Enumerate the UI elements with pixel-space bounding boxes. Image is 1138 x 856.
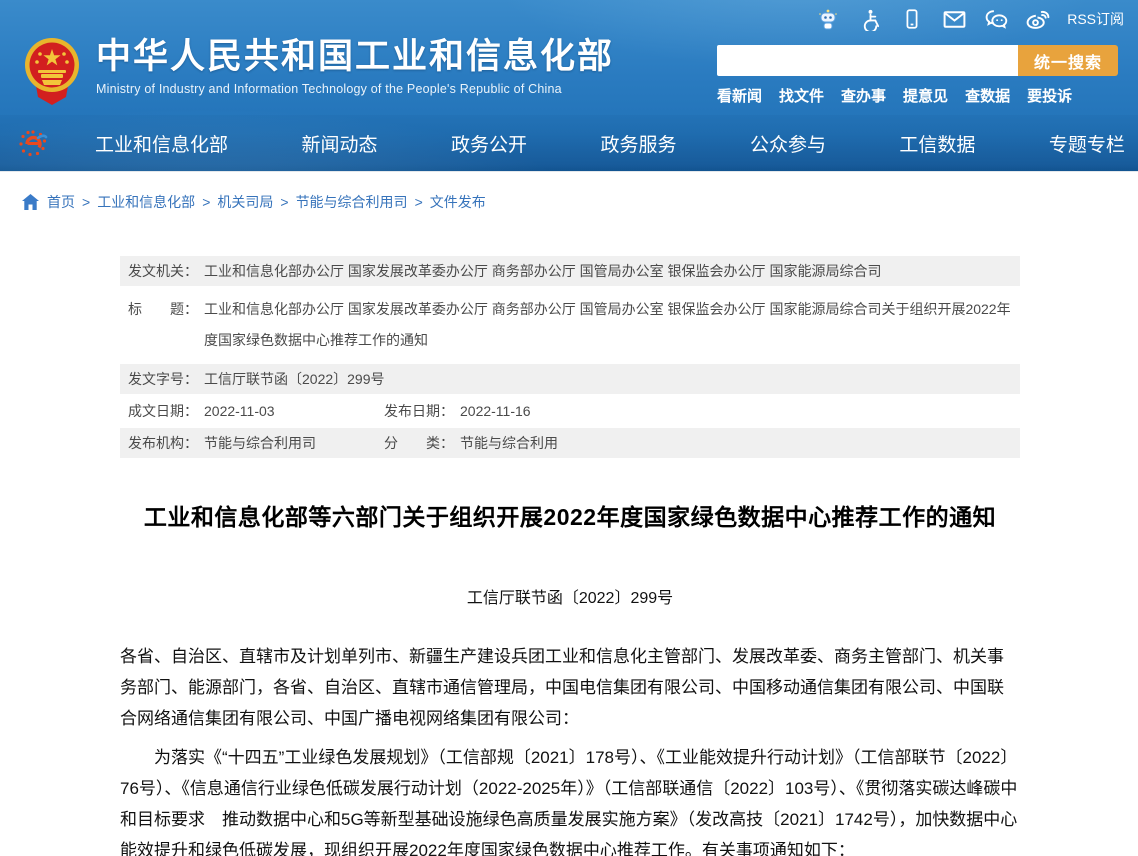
meta-value: 工业和信息化部办公厅 国家发展改革委办公厅 商务部办公厅 国管局办公室 银保监会… [204,261,881,281]
site-subtitle: Ministry of Industry and Information Tec… [96,82,614,96]
quick-link-services[interactable]: 查办事 [841,85,886,106]
breadcrumb-miit[interactable]: 工业和信息化部 [97,192,195,212]
site-title: 中华人民共和国工业和信息化部 [96,37,614,77]
article-paragraph: 各省、自治区、直辖市及计划单列市、新疆生产建设兵团工业和信息化主管部门、发展改革… [120,641,1020,734]
quick-links: 看新闻 找文件 查办事 提意见 查数据 要投诉 [717,85,1121,106]
search-input[interactable] [717,45,1018,76]
quick-link-feedback[interactable]: 提意见 [903,85,948,106]
meta-label: 发文机关： [128,261,198,281]
meta-label: 分 类： [384,433,454,453]
quick-link-complaint[interactable]: 要投诉 [1027,85,1072,106]
meta-label: 成文日期： [128,401,198,421]
site-header: RSS订阅 中华人民共和国工业和信息化部 Ministry of Industr… [0,0,1138,172]
document-page: 发文机关： 工业和信息化部办公厅 国家发展改革委办公厅 商务部办公厅 国管局办公… [120,256,1020,856]
breadcrumb-document-release[interactable]: 文件发布 [430,192,486,212]
home-icon[interactable] [22,194,39,210]
nav-item-gov-disclosure[interactable]: 政务公开 [451,130,527,157]
meta-label: 发布日期： [384,401,454,421]
breadcrumb-separator: > [202,194,210,210]
nav-item-news[interactable]: 新闻动态 [301,130,377,157]
meta-value-publisher: 节能与综合利用司 [204,433,316,453]
meta-row-dates: 成文日期： 2022-11-03 发布日期： 2022-11-16 [120,396,1020,426]
breadcrumb-departments[interactable]: 机关司局 [217,192,273,212]
national-emblem-icon [24,37,80,105]
article-body: 各省、自治区、直辖市及计划单列市、新疆生产建设兵团工业和信息化主管部门、发展改革… [120,641,1020,856]
mail-icon[interactable] [941,6,967,32]
miit-e-logo-icon [18,128,48,158]
rss-subscribe-link[interactable]: RSS订阅 [1067,9,1124,29]
wechat-icon[interactable] [983,6,1009,32]
breadcrumb-separator: > [415,194,423,210]
quick-link-news[interactable]: 看新闻 [717,85,762,106]
site-brand: 中华人民共和国工业和信息化部 Ministry of Industry and … [24,37,614,105]
header-utility-icons: RSS订阅 [815,6,1124,32]
accessibility-icon[interactable] [857,6,883,32]
nav-item-special-topics[interactable]: 专题专栏 [1049,130,1125,157]
nav-item-gov-services[interactable]: 政务服务 [600,130,676,157]
breadcrumb: 首页 > 工业和信息化部 > 机关司局 > 节能与综合利用司 > 文件发布 [0,172,1138,212]
weibo-icon[interactable] [1025,6,1051,32]
robot-assistant-icon[interactable] [815,6,841,32]
article-doc-number: 工信厅联节函〔2022〕299号 [120,584,1020,608]
meta-label: 发布机构： [128,433,198,453]
breadcrumb-energy-dept[interactable]: 节能与综合利用司 [296,192,408,212]
meta-value: 工信厅联节函〔2022〕299号 [204,369,385,389]
breadcrumb-separator: > [82,194,90,210]
meta-value-category: 节能与综合利用 [460,433,558,453]
breadcrumb-home[interactable]: 首页 [47,192,75,212]
quick-link-data[interactable]: 查数据 [965,85,1010,106]
meta-value-written-date: 2022-11-03 [204,401,275,421]
meta-row-title: 标 题： 工业和信息化部办公厅 国家发展改革委办公厅 商务部办公厅 国管局办公室… [120,288,1020,362]
search-area: 统一搜索 看新闻 找文件 查办事 提意见 查数据 要投诉 [717,45,1121,106]
article-paragraph: 为落实《“十四五”工业绿色发展规划》（工信部规〔2021〕178号）、《工业能效… [120,742,1020,856]
meta-label: 发文字号： [128,369,198,389]
meta-value-publish-date: 2022-11-16 [460,401,531,421]
breadcrumb-separator: > [280,194,288,210]
nav-items: 工业和信息化部 新闻动态 政务公开 政务服务 公众参与 工信数据 专题专栏 [95,130,1125,157]
nav-item-public-participation[interactable]: 公众参与 [750,130,826,157]
quick-link-documents[interactable]: 找文件 [779,85,824,106]
meta-row-org: 发布机构： 节能与综合利用司 分 类： 节能与综合利用 [120,428,1020,458]
meta-row-doc-number: 发文字号： 工信厅联节函〔2022〕299号 [120,364,1020,394]
meta-value: 工业和信息化部办公厅 国家发展改革委办公厅 商务部办公厅 国管局办公室 银保监会… [204,294,1020,356]
meta-label: 标 题： [128,294,198,356]
nav-item-miit-data[interactable]: 工信数据 [899,130,975,157]
main-nav: 工业和信息化部 新闻动态 政务公开 政务服务 公众参与 工信数据 专题专栏 [0,115,1138,171]
article-title: 工业和信息化部等六部门关于组织开展2022年度国家绿色数据中心推荐工作的通知 [120,498,1020,532]
mobile-icon[interactable] [899,6,925,32]
meta-row-agency: 发文机关： 工业和信息化部办公厅 国家发展改革委办公厅 商务部办公厅 国管局办公… [120,256,1020,286]
nav-item-miit[interactable]: 工业和信息化部 [95,130,228,157]
unified-search-button[interactable]: 统一搜索 [1018,45,1118,76]
